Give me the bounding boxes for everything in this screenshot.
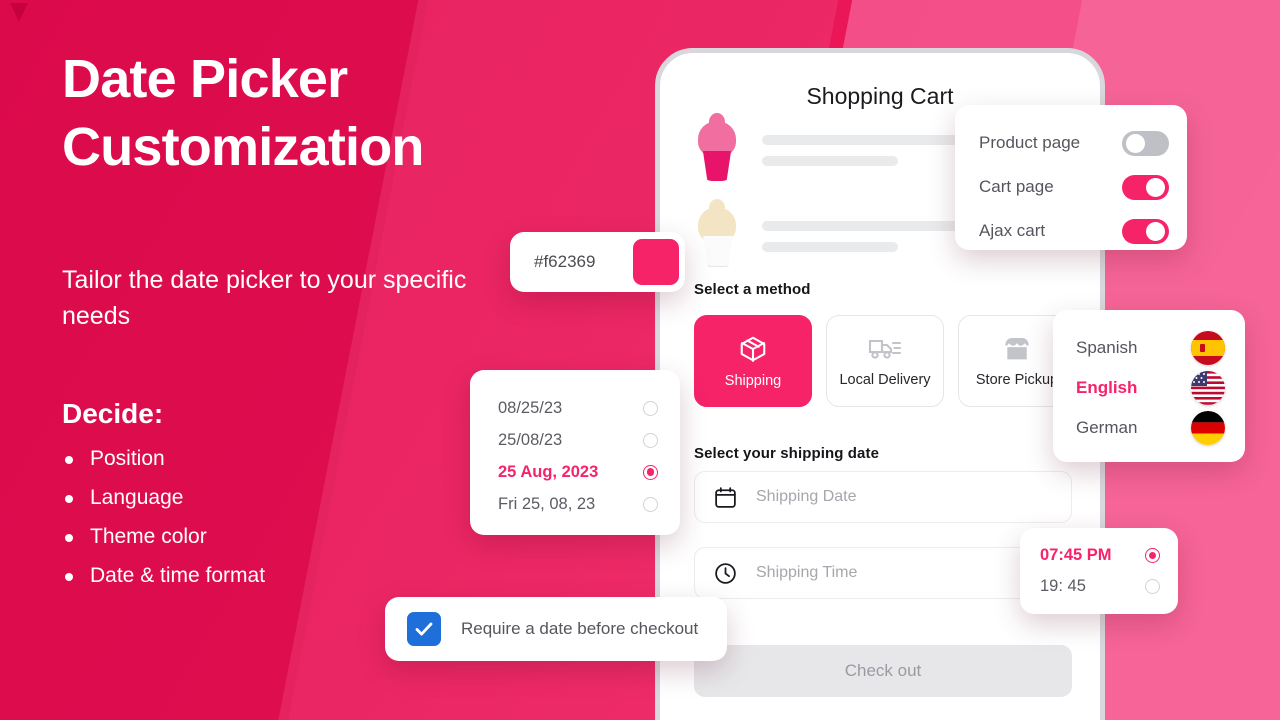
theme-color-card[interactable]: #f62369 (510, 232, 685, 292)
date-format-radio[interactable] (643, 432, 658, 448)
switch-knob (1126, 133, 1145, 153)
date-format-label: Fri 25, 08, 23 (498, 494, 596, 513)
date-format-option-selected[interactable]: 25 Aug, 2023 (470, 456, 680, 488)
method-local-delivery[interactable]: Local Delivery (826, 315, 944, 407)
shipping-method-group: Shipping Local Delivery Store Pickup (694, 315, 1076, 407)
date-format-label: 25 Aug, 2023 (498, 462, 599, 481)
language-option-german[interactable]: German (1053, 408, 1245, 448)
shipping-time-field[interactable]: Shipping Time (694, 547, 1072, 599)
flag-spain-icon (1191, 331, 1225, 365)
require-date-label: Require a date before checkout (461, 619, 699, 638)
language-card: Spanish English German (1053, 310, 1245, 462)
poster-canvas: Date Picker Customization Tailor the dat… (0, 0, 1280, 720)
shipping-date-field[interactable]: Shipping Date (694, 471, 1072, 523)
date-format-option[interactable]: 08/25/23 (470, 392, 680, 424)
list-item: Theme color (62, 526, 265, 547)
language-option-english[interactable]: English (1053, 368, 1245, 408)
switch-knob (1146, 221, 1165, 241)
truck-icon (868, 339, 902, 359)
toggle-row-cart-page[interactable]: Cart page (979, 165, 1169, 209)
date-format-option[interactable]: 25/08/23 (470, 424, 680, 456)
ajax-cart-switch[interactable] (1122, 218, 1169, 244)
toggle-label: Cart page (979, 177, 1054, 196)
require-date-checkbox[interactable] (407, 612, 441, 646)
toggle-row-ajax-cart[interactable]: Ajax cart (979, 209, 1169, 253)
date-format-label: 25/08/23 (498, 430, 563, 449)
time-format-radio[interactable] (1145, 548, 1160, 563)
method-label: Shipping (724, 372, 782, 389)
box-icon (740, 336, 766, 362)
cupcake-vanilla-icon (694, 199, 740, 267)
language-label: English (1076, 378, 1138, 397)
time-format-radio[interactable] (1145, 579, 1160, 594)
display-locations-card: Product page Cart page Ajax cart (955, 105, 1187, 250)
placeholder-line (762, 241, 898, 252)
language-option-spanish[interactable]: Spanish (1053, 328, 1245, 368)
shipping-time-placeholder: Shipping Time (756, 564, 858, 581)
list-item: Date & time format (62, 565, 265, 586)
theme-color-hex: #f62369 (534, 252, 596, 271)
storefront-icon (1005, 337, 1029, 359)
checkout-label: Check out (844, 661, 922, 680)
product-page-switch[interactable] (1122, 130, 1169, 156)
v-logo-icon (10, 3, 28, 22)
cart-line-item (694, 113, 980, 181)
cart-line-item (694, 199, 980, 267)
cart-page-switch[interactable] (1122, 174, 1169, 200)
date-format-radio[interactable] (643, 400, 658, 416)
language-label: Spanish (1076, 338, 1138, 357)
calendar-icon (715, 486, 736, 508)
method-label: Store Pickup (975, 371, 1059, 388)
feature-list: Position Language Theme color Date & tim… (62, 448, 265, 604)
placeholder-lines (762, 220, 980, 252)
time-format-option-24h[interactable]: 19: 45 (1020, 571, 1178, 602)
switch-knob (1146, 177, 1165, 197)
method-shipping[interactable]: Shipping (694, 315, 812, 407)
clock-icon (715, 562, 736, 584)
shipping-date-placeholder: Shipping Date (756, 488, 857, 505)
toggle-row-product-page[interactable]: Product page (979, 121, 1169, 165)
placeholder-lines (762, 134, 980, 166)
time-format-option-12h[interactable]: 07:45 PM (1020, 540, 1178, 571)
checkout-button[interactable]: Check out (694, 645, 1072, 697)
time-format-label: 07:45 PM (1040, 546, 1112, 564)
placeholder-line (762, 155, 898, 166)
toggle-label: Product page (979, 133, 1081, 152)
flag-germany-icon (1191, 411, 1225, 445)
check-icon (415, 622, 433, 636)
date-format-card: 08/25/23 25/08/23 25 Aug, 2023 Fri 25, 0… (470, 370, 680, 535)
time-format-card: 07:45 PM 19: 45 (1020, 528, 1178, 614)
theme-color-swatch[interactable] (633, 239, 679, 285)
subheadline: Tailor the date picker to your specific … (62, 266, 467, 330)
method-label: Local Delivery (839, 371, 931, 388)
placeholder-line (762, 220, 980, 231)
time-format-label: 19: 45 (1040, 577, 1086, 595)
date-format-label: 08/25/23 (498, 398, 563, 417)
list-item: Position (62, 448, 265, 469)
cupcake-pink-icon (694, 113, 740, 181)
list-item: Language (62, 487, 265, 508)
require-date-card[interactable]: Require a date before checkout (385, 597, 727, 661)
toggle-label: Ajax cart (979, 221, 1046, 240)
headline-line-2: Customization (62, 117, 424, 177)
date-format-radio[interactable] (643, 464, 658, 480)
headline-line-1: Date Picker (62, 49, 348, 109)
date-format-option[interactable]: Fri 25, 08, 23 (470, 488, 680, 520)
flag-usa-icon (1191, 371, 1225, 405)
decide-heading: Decide: (62, 398, 164, 429)
language-label: German (1076, 418, 1138, 437)
method-section-label: Select a method (694, 281, 811, 298)
page-title: Date Picker Customization (62, 52, 622, 174)
date-format-radio[interactable] (643, 496, 658, 512)
placeholder-line (762, 134, 980, 145)
date-section-label: Select your shipping date (694, 445, 880, 462)
